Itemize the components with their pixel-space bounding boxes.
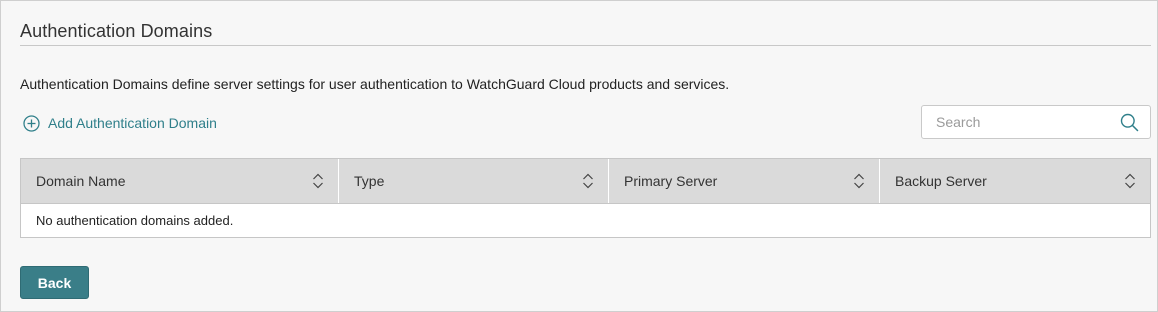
column-header-primary-server[interactable]: Primary Server [609, 159, 880, 203]
sort-icon[interactable] [1124, 173, 1136, 192]
table-header: Domain Name Type Primary Server Backup S… [21, 159, 1150, 204]
column-header-label: Domain Name [36, 173, 126, 189]
page-description: Authentication Domains define server set… [20, 76, 730, 92]
column-header-label: Type [354, 173, 385, 189]
column-header-label: Backup Server [895, 173, 987, 189]
table-empty-message: No authentication domains added. [36, 213, 234, 228]
column-header-type[interactable]: Type [339, 159, 609, 203]
add-authentication-domain-label: Add Authentication Domain [48, 115, 217, 131]
plus-circle-icon [23, 114, 40, 132]
title-divider [20, 45, 1151, 46]
back-button[interactable]: Back [20, 266, 89, 299]
search-icon[interactable] [1120, 113, 1139, 137]
sort-icon[interactable] [582, 173, 594, 192]
page-frame: Authentication Domains Authentication Do… [0, 0, 1158, 312]
page-title: Authentication Domains [20, 21, 213, 41]
search-input[interactable] [922, 106, 1118, 138]
search-box [921, 105, 1151, 139]
column-header-backup-server[interactable]: Backup Server [880, 159, 1150, 203]
column-header-domain-name[interactable]: Domain Name [21, 159, 339, 203]
sort-icon[interactable] [853, 173, 865, 192]
add-authentication-domain-link[interactable]: Add Authentication Domain [23, 113, 217, 133]
sort-icon[interactable] [312, 173, 324, 192]
authentication-domains-table: Domain Name Type Primary Server Backup S… [20, 158, 1151, 238]
column-header-label: Primary Server [624, 173, 718, 189]
